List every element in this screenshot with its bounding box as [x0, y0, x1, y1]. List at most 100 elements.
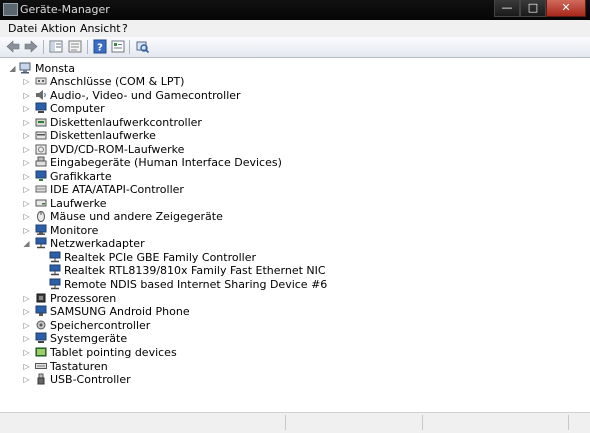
tree-item[interactable]: ▷ Speichercontroller — [0, 319, 260, 332]
expand-arrow-icon[interactable]: ▷ — [22, 130, 31, 141]
expand-arrow-icon[interactable]: ▷ — [22, 333, 31, 344]
tree-item[interactable]: ▷ IDE ATA/ATAPI-Controller — [0, 183, 260, 196]
keyboard-icon — [35, 360, 47, 372]
dvd-drive-icon — [35, 143, 47, 155]
monitor-icon — [35, 224, 47, 236]
expand-arrow-icon[interactable]: ▷ — [22, 374, 31, 385]
tree-item[interactable]: ▷ Computer — [0, 102, 260, 115]
expand-arrow-icon[interactable]: ▷ — [22, 103, 31, 114]
tree-item-label: Tastaturen — [50, 360, 108, 373]
collapse-arrow-icon[interactable]: ◢ — [8, 63, 17, 74]
tree-item-label: Netzwerkadapter — [50, 237, 145, 250]
device-manager-app-icon — [3, 3, 18, 16]
tree-item-label: Diskettenlaufwerkcontroller — [50, 116, 202, 129]
floppy-controller-icon — [35, 116, 47, 128]
expand-arrow-icon[interactable]: ▷ — [22, 144, 31, 155]
tree-item-label: Systemgeräte — [50, 332, 128, 345]
tree-view-icon[interactable] — [48, 39, 64, 54]
tree-item[interactable]: ▷ Laufwerke — [0, 197, 260, 210]
tree-item[interactable]: ▷ Mäuse und andere Zeigegeräte — [0, 210, 260, 223]
tree-item-label: Monitore — [50, 224, 99, 237]
expand-arrow-icon[interactable]: ▷ — [22, 293, 31, 304]
tree-child-label: Remote NDIS based Internet Sharing Devic… — [64, 278, 328, 291]
speaker-icon — [35, 89, 47, 101]
collapse-arrow-icon[interactable]: ◢ — [22, 238, 31, 249]
tree-item-label: Anschlüsse (COM & LPT) — [50, 75, 185, 88]
tree-item-label: IDE ATA/ATAPI-Controller — [50, 183, 184, 196]
maximize-button[interactable]: □ — [520, 0, 546, 17]
network-adapter-icon — [49, 278, 61, 290]
toolbar-separator — [87, 40, 88, 54]
toolbar: ? — [0, 37, 590, 58]
tree-child-item[interactable]: Realtek RTL8139/810x Family Fast Etherne… — [0, 264, 326, 277]
properties-icon[interactable] — [67, 39, 83, 54]
tree-item-label: Diskettenlaufwerke — [50, 129, 156, 142]
scan-hardware-icon[interactable] — [134, 39, 150, 54]
disk-drive-icon — [35, 197, 47, 209]
close-button[interactable]: ✕ — [546, 0, 586, 17]
tree-item[interactable]: ▷ Tablet pointing devices — [0, 346, 260, 359]
expand-arrow-icon[interactable]: ▷ — [22, 157, 31, 168]
tablet-icon — [35, 346, 47, 358]
expand-arrow-icon[interactable]: ▷ — [22, 184, 31, 195]
processor-icon — [35, 292, 47, 304]
tree-child-label: Realtek RTL8139/810x Family Fast Etherne… — [64, 264, 326, 277]
device-tree[interactable]: ◢ Monsta ▷ Anschlüsse (COM & LPT) ▷ Audi… — [0, 58, 590, 412]
expand-arrow-icon[interactable]: ▷ — [22, 117, 31, 128]
expand-arrow-icon[interactable]: ▷ — [22, 198, 31, 209]
minimize-button[interactable]: — — [494, 0, 520, 17]
tree-item-label: Grafikkarte — [50, 170, 112, 183]
help-icon[interactable]: ? — [92, 39, 108, 54]
window-title: Geräte-Manager — [20, 3, 110, 16]
tree-child-item[interactable]: Realtek PCIe GBE Family Controller — [0, 251, 300, 264]
tree-item[interactable]: ▷ USB-Controller — [0, 373, 260, 386]
display-adapter-icon — [35, 170, 47, 182]
details-icon[interactable] — [110, 39, 126, 54]
expand-arrow-icon[interactable]: ▷ — [22, 320, 31, 331]
tree-item-expanded[interactable]: ◢ Netzwerkadapter — [0, 237, 260, 250]
expand-arrow-icon[interactable]: ▷ — [22, 171, 31, 182]
tree-item[interactable]: ▷ DVD/CD-ROM-Laufwerke — [0, 143, 260, 156]
tree-item[interactable]: ▷ Tastaturen — [0, 360, 260, 373]
tree-item[interactable]: ▷ SAMSUNG Android Phone — [0, 305, 260, 318]
menu-ansicht[interactable]: Ansicht — [80, 22, 121, 35]
menu-datei[interactable]: Datei — [8, 22, 37, 35]
tree-item[interactable]: ▷ Systemgeräte — [0, 332, 260, 345]
tree-item[interactable]: ▷ Diskettenlaufwerke — [0, 129, 260, 142]
tree-item-label: USB-Controller — [50, 373, 131, 386]
tree-item[interactable]: ▷ Eingabegeräte (Human Interface Devices… — [0, 156, 282, 169]
menu-help[interactable]: ? — [122, 22, 128, 35]
expand-arrow-icon[interactable]: ▷ — [22, 211, 31, 222]
tree-item[interactable]: ▷ Monitore — [0, 224, 260, 237]
tree-item[interactable]: ▷ Prozessoren — [0, 292, 260, 305]
status-pane-divider — [568, 415, 570, 430]
computer-icon — [35, 102, 47, 114]
tree-item-label: Prozessoren — [50, 292, 117, 305]
tree-item[interactable]: ▷ Grafikkarte — [0, 170, 260, 183]
tree-child-item[interactable]: Remote NDIS based Internet Sharing Devic… — [0, 278, 327, 291]
expand-arrow-icon[interactable]: ▷ — [22, 90, 31, 101]
expand-arrow-icon[interactable]: ▷ — [22, 306, 31, 317]
toolbar-separator — [43, 40, 44, 54]
tree-item-label: Eingabegeräte (Human Interface Devices) — [50, 156, 282, 169]
floppy-drive-icon — [35, 129, 47, 141]
expand-arrow-icon[interactable]: ▷ — [22, 361, 31, 372]
menu-bar: Datei Aktion Ansicht ? — [0, 20, 590, 38]
expand-arrow-icon[interactable]: ▷ — [22, 225, 31, 236]
forward-arrow-icon[interactable] — [23, 39, 39, 54]
tree-item[interactable]: ▷ Anschlüsse (COM & LPT) — [0, 75, 260, 88]
window-controls: — □ ✕ — [494, 0, 586, 17]
title-bar[interactable]: Geräte-Manager — □ ✕ — [0, 0, 590, 20]
tree-item[interactable]: ▷ Audio-, Video- und Gamecontroller — [0, 89, 260, 102]
expand-arrow-icon[interactable]: ▷ — [22, 347, 31, 358]
back-arrow-icon[interactable] — [5, 39, 21, 54]
svg-text:?: ? — [97, 43, 103, 54]
menu-aktion[interactable]: Aktion — [41, 22, 76, 35]
tree-item[interactable]: ▷ Diskettenlaufwerkcontroller — [0, 116, 260, 129]
tree-root-item[interactable]: ◢ Monsta — [0, 62, 200, 75]
usb-icon — [35, 373, 47, 385]
expand-arrow-icon[interactable]: ▷ — [22, 76, 31, 87]
system-devices-icon — [35, 332, 47, 344]
toolbar-separator — [129, 40, 130, 54]
tree-item-label: Tablet pointing devices — [50, 346, 177, 359]
